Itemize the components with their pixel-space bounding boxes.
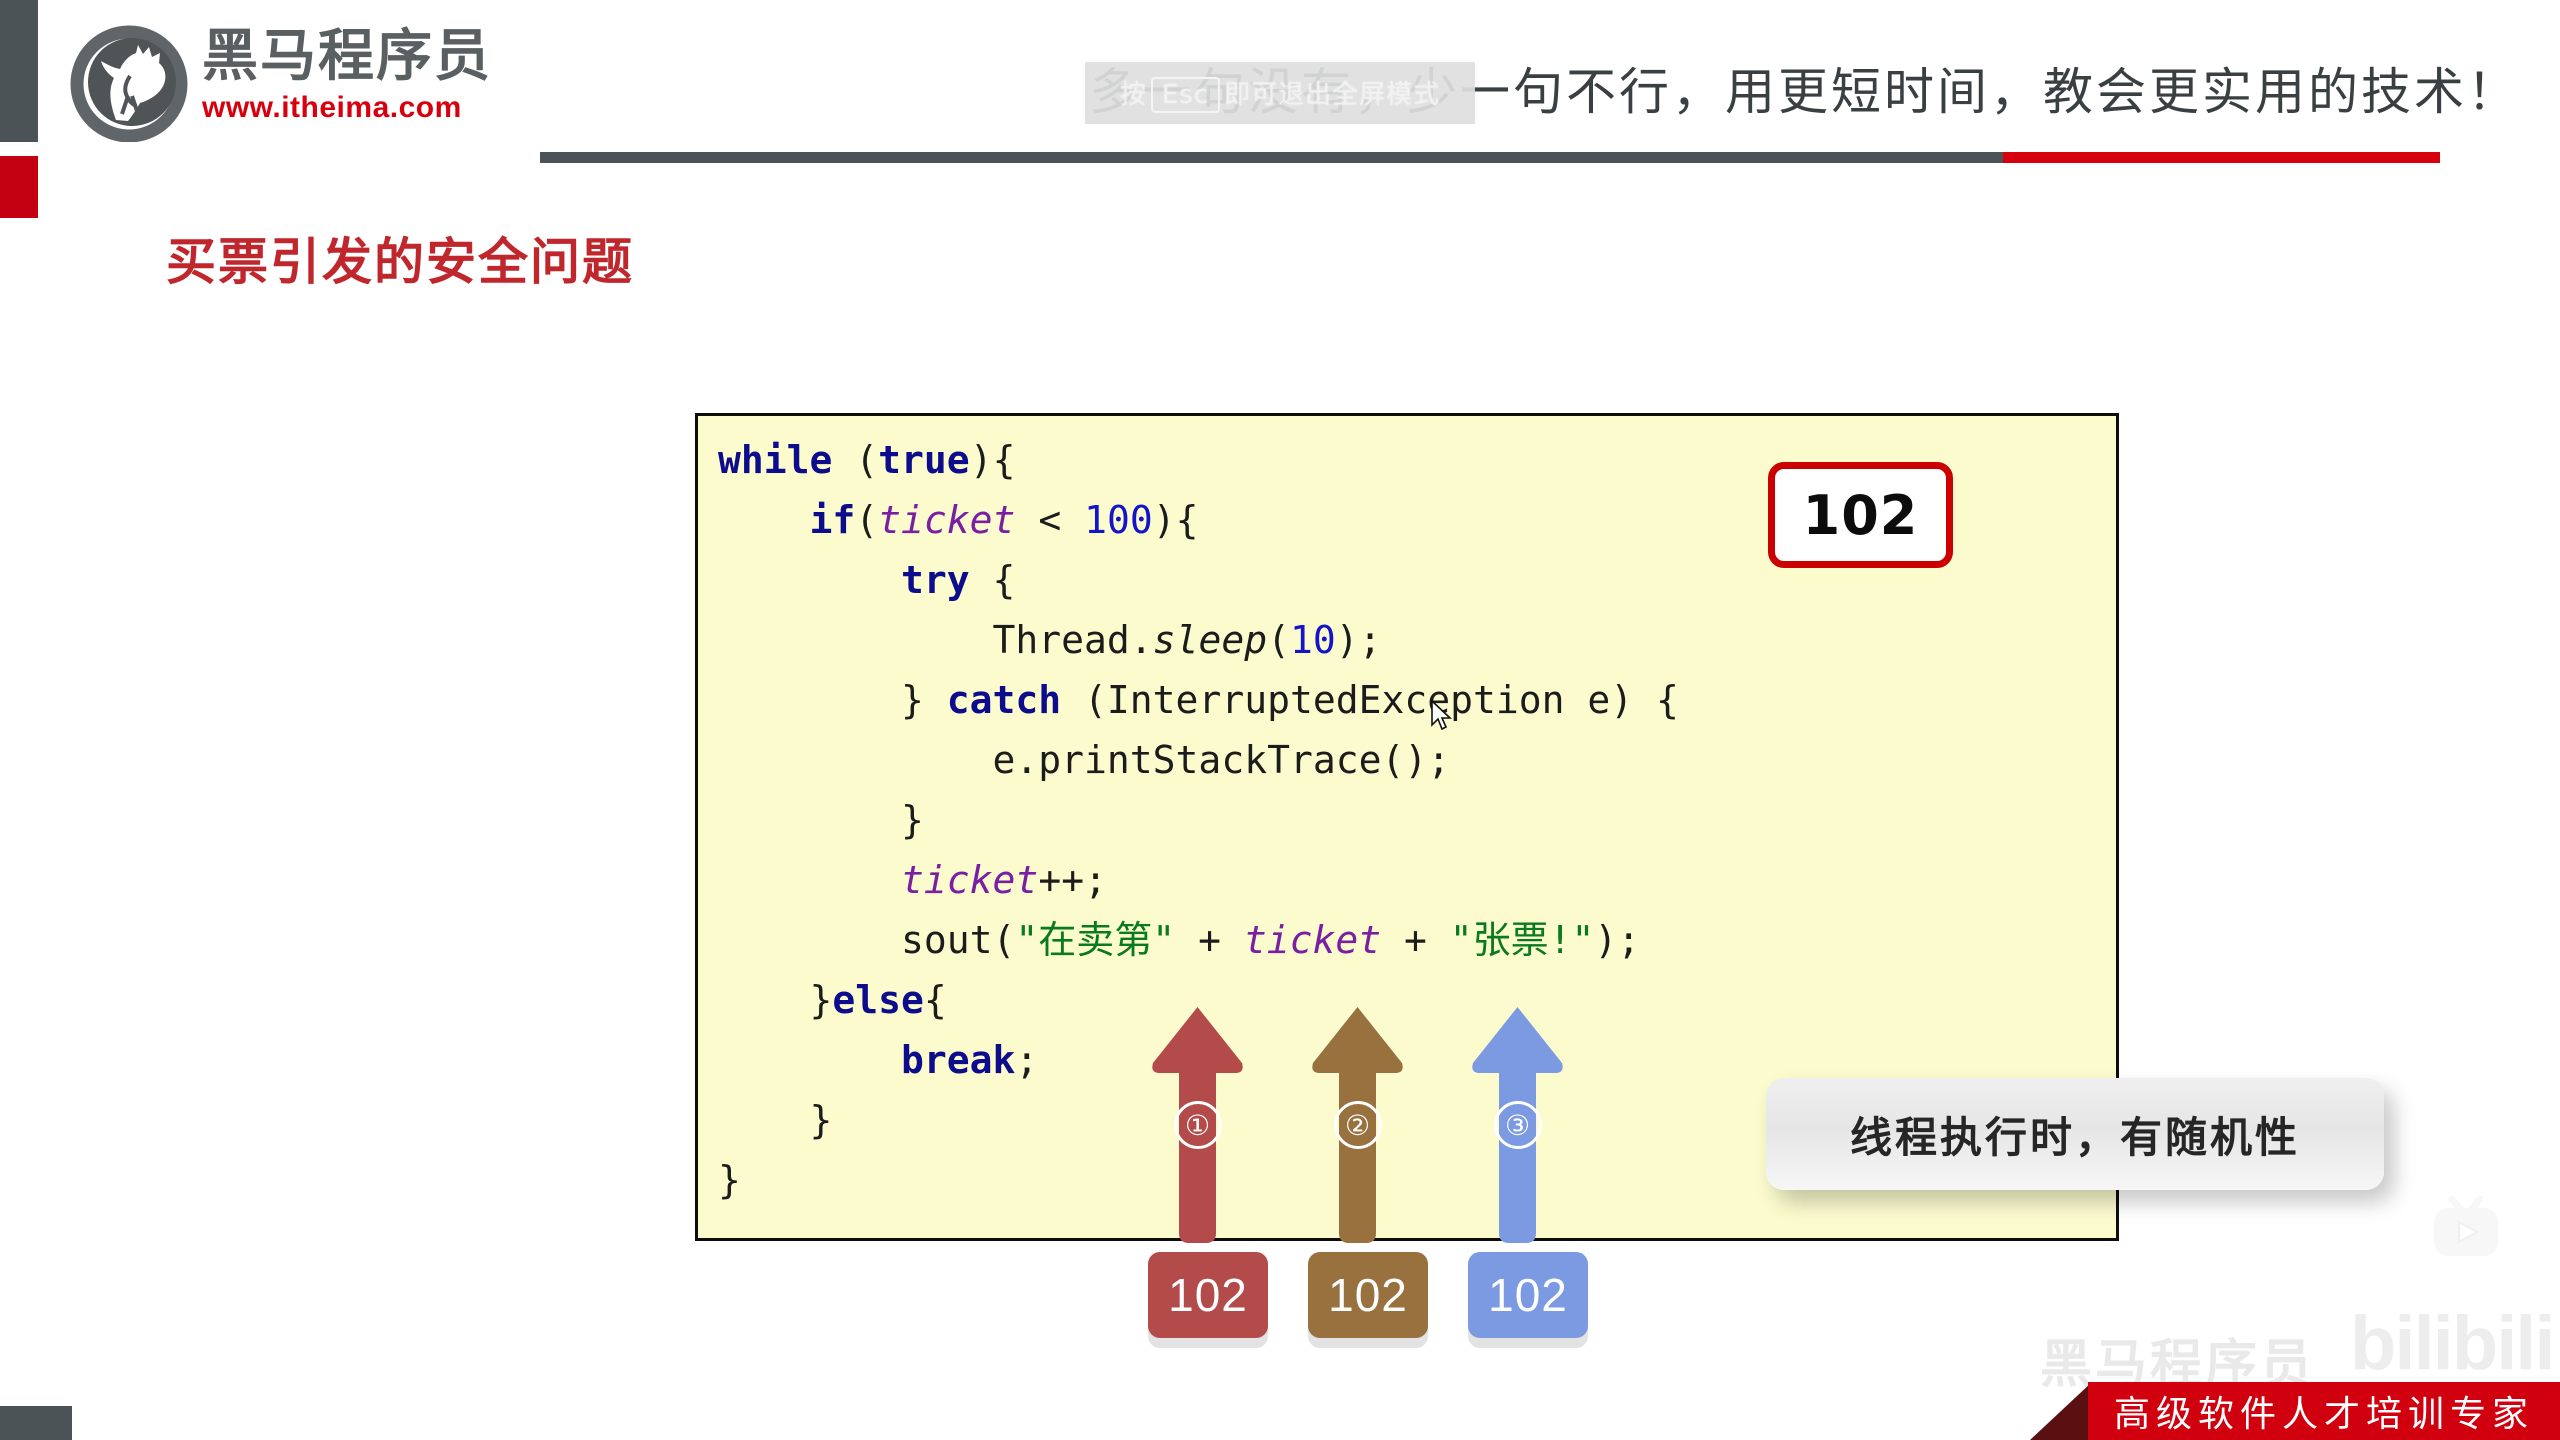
left-accent-bar-gray xyxy=(0,0,38,142)
code-line: e.printStackTrace(); xyxy=(718,738,1451,782)
code-line: ticket++; xyxy=(901,858,1107,902)
fullscreen-exit-toast: 按 Esc 即可退出全屏模式 xyxy=(1085,62,1475,124)
thread-value-box: 102 xyxy=(1308,1252,1428,1338)
presentation-slide: 黑马程序员 www.itheima.com 多一句没有，少一句不行，用更短时间，… xyxy=(0,0,2560,1440)
header-divider-red xyxy=(2003,152,2440,163)
mouse-cursor xyxy=(1430,699,1453,732)
footer-slogan: 高级软件人才培训专家 xyxy=(2113,1394,2534,1435)
ticket-counter-value: 102 xyxy=(1802,483,1919,547)
thread-value-box: 102 xyxy=(1468,1252,1588,1338)
code-line: } xyxy=(718,798,924,842)
thread-value-box: 102 xyxy=(1148,1252,1268,1338)
code-line: Thread.sleep(10); xyxy=(718,618,1382,662)
footer-red-bar: 高级软件人才培训专家 xyxy=(2088,1382,2560,1440)
thread-value: 102 xyxy=(1488,1269,1568,1321)
callout-note: 线程执行时，有随机性 xyxy=(1766,1078,2384,1190)
thread-index-badge: ③ xyxy=(1493,1101,1542,1149)
thread-arrow: ② xyxy=(1310,1005,1405,1245)
horse-head-circle-icon xyxy=(70,24,188,143)
code-line: sout("在卖第" + ticket + "张票!"); xyxy=(718,918,1641,962)
thread-index-badge: ② xyxy=(1333,1101,1382,1149)
brand-url: www.itheima.com xyxy=(202,90,462,124)
callout-text: 线程执行时，有随机性 xyxy=(1849,1112,2300,1162)
thread-value: 102 xyxy=(1168,1269,1248,1321)
thread-index-badge: ① xyxy=(1173,1101,1222,1149)
toast-suffix: 即可退出全屏模式 xyxy=(1224,79,1441,110)
footer-triangle xyxy=(2030,1382,2092,1440)
thread-arrow: ③ xyxy=(1470,1005,1565,1245)
brand-logo: 黑马程序员 www.itheima.com xyxy=(62,18,512,143)
header-divider-gray xyxy=(540,152,2003,163)
footer-banner: 高级软件人才培训专家 xyxy=(2030,1382,2560,1440)
toast-prefix: 按 xyxy=(1119,79,1147,110)
thread-value-boxes: 102 102 102 xyxy=(1148,1252,1608,1357)
watermark-bilibili: bilibili xyxy=(2350,1301,2556,1386)
header-divider xyxy=(540,152,2440,163)
left-accent-bar-red xyxy=(0,156,38,218)
esc-key-cap: Esc xyxy=(1150,76,1221,113)
ticket-counter-badge: 102 xyxy=(1768,462,1953,568)
brand-name: 黑马程序员 xyxy=(202,24,492,89)
thread-value: 102 xyxy=(1328,1269,1408,1321)
code-line: } catch (InterruptedException e) { xyxy=(718,678,1679,722)
thread-arrow: ① xyxy=(1150,1005,1245,1245)
footer-gray-block xyxy=(0,1406,72,1440)
thread-arrows: ① ② ③ xyxy=(1150,1005,1600,1245)
page-title: 买票引发的安全问题 xyxy=(166,233,634,291)
bilibili-tv-play-icon xyxy=(2428,1195,2504,1261)
